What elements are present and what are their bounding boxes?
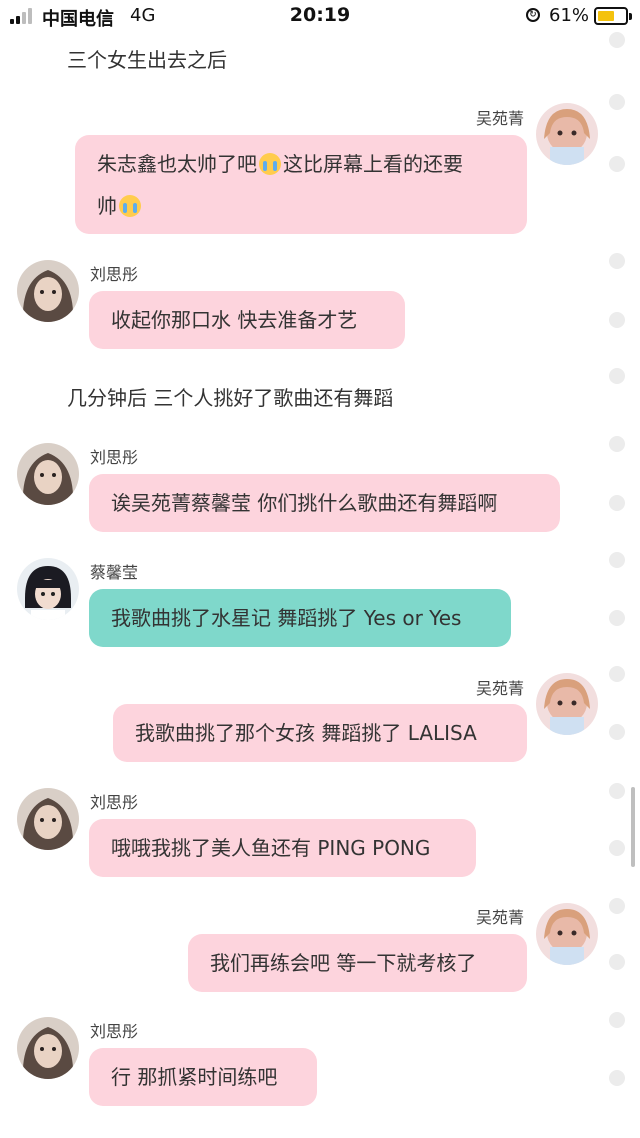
message-text: 我们再练会吧 等一下就考核了 xyxy=(210,951,477,975)
gutter-dot xyxy=(609,1070,625,1086)
avatar[interactable] xyxy=(17,558,79,620)
gutter-dot xyxy=(609,495,625,511)
sender-name: 刘思彤 xyxy=(90,448,139,467)
gutter-dot xyxy=(609,156,625,172)
gutter-dot xyxy=(609,610,625,626)
message-bubble[interactable]: 我歌曲挑了那个女孩 舞蹈挑了 LALISA xyxy=(113,704,527,762)
gutter-dot xyxy=(609,253,625,269)
narration-text: 三个女生出去之后 xyxy=(67,48,227,72)
message-bubble[interactable]: 朱志鑫也太帅了吧 这比屏幕上看的还要 帅 xyxy=(75,135,527,234)
avatar[interactable] xyxy=(17,788,79,850)
message-bubble[interactable]: 收起你那口水 快去准备才艺 xyxy=(89,291,405,349)
status-bar: 中国电信 4G 20:19 ↻ 61% xyxy=(0,0,640,34)
avatar[interactable] xyxy=(17,1017,79,1079)
message-bubble[interactable]: 诶吴苑菁蔡馨莹 你们挑什么歌曲还有舞蹈啊 xyxy=(89,474,560,532)
sender-name: 刘思彤 xyxy=(90,1022,139,1041)
gutter-dot xyxy=(609,552,625,568)
gutter-dot xyxy=(609,1012,625,1028)
message-text: 我歌曲挑了水星记 舞蹈挑了 Yes or Yes xyxy=(111,606,462,630)
crying-emoji-icon xyxy=(259,153,281,175)
message-text: 收起你那口水 快去准备才艺 xyxy=(111,308,358,332)
message-text: 行 那抓紧时间练吧 xyxy=(111,1065,278,1089)
message-bubble[interactable]: 哦哦我挑了美人鱼还有 PING PONG xyxy=(89,819,476,877)
sender-name: 吴苑菁 xyxy=(475,109,524,128)
battery-fill xyxy=(598,11,614,21)
battery-percent: 61% xyxy=(549,5,590,26)
sender-name: 吴苑菁 xyxy=(475,679,524,698)
sender-name: 刘思彤 xyxy=(90,265,139,284)
gutter-dot xyxy=(609,898,625,914)
crying-emoji-icon xyxy=(119,195,141,217)
gutter-dot xyxy=(609,666,625,682)
battery-tip xyxy=(629,13,632,20)
gutter-dot xyxy=(609,368,625,384)
message-bubble[interactable]: 行 那抓紧时间练吧 xyxy=(89,1048,317,1106)
message-text: 我歌曲挑了那个女孩 舞蹈挑了 LALISA xyxy=(135,721,477,745)
gutter-dot xyxy=(609,783,625,799)
avatar[interactable] xyxy=(17,260,79,322)
message-text: 朱志鑫也太帅了吧 xyxy=(97,152,257,176)
message-bubble[interactable]: 我歌曲挑了水星记 舞蹈挑了 Yes or Yes xyxy=(89,589,511,647)
gutter-dot xyxy=(609,436,625,452)
scrollbar[interactable] xyxy=(631,787,635,867)
gutter-dot xyxy=(609,312,625,328)
avatar[interactable] xyxy=(536,903,598,965)
message-bubble[interactable]: 我们再练会吧 等一下就考核了 xyxy=(188,934,527,992)
avatar[interactable] xyxy=(17,443,79,505)
message-text: 这比屏幕上看的还要 xyxy=(283,152,463,176)
battery-icon xyxy=(594,7,628,25)
gutter-dot xyxy=(609,94,625,110)
gutter-dot xyxy=(609,32,625,48)
message-text: 诶吴苑菁蔡馨莹 你们挑什么歌曲还有舞蹈啊 xyxy=(111,491,498,515)
message-text: 帅 xyxy=(97,194,117,218)
sender-name: 吴苑菁 xyxy=(475,908,524,927)
gutter-dot xyxy=(609,840,625,856)
gutter-dot xyxy=(609,724,625,740)
lock-rotation-icon: ↻ xyxy=(526,8,540,22)
avatar[interactable] xyxy=(536,103,598,165)
sender-name: 蔡馨莹 xyxy=(90,563,139,582)
narration-text: 几分钟后 三个人挑好了歌曲还有舞蹈 xyxy=(67,386,394,410)
message-text: 哦哦我挑了美人鱼还有 PING PONG xyxy=(111,836,431,860)
gutter-dot xyxy=(609,954,625,970)
avatar[interactable] xyxy=(536,673,598,735)
status-time: 20:19 xyxy=(289,4,351,26)
sender-name: 刘思彤 xyxy=(90,793,139,812)
